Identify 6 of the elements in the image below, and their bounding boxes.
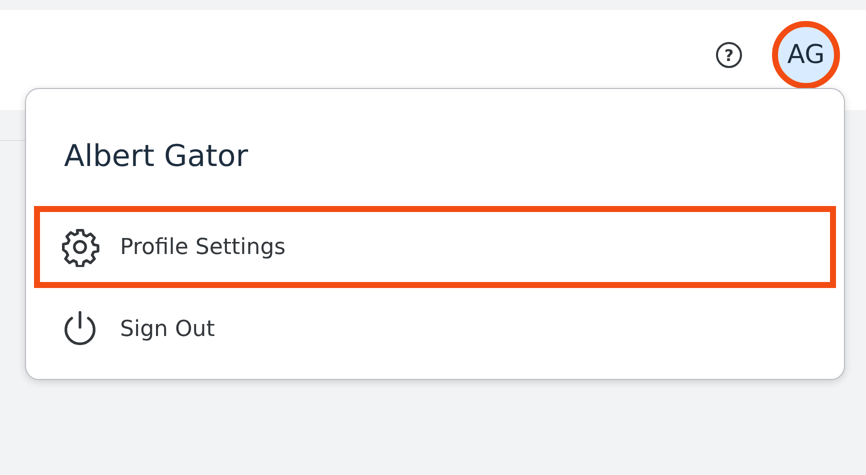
avatar-button[interactable]: AG [772, 21, 840, 89]
menu-item[interactable]: Profile Settings [34, 206, 836, 288]
settings-icon [60, 227, 100, 267]
menu-item[interactable]: Sign Out [34, 288, 836, 370]
user-name: Albert Gator [63, 139, 250, 176]
help-button[interactable]: ? [716, 42, 742, 68]
